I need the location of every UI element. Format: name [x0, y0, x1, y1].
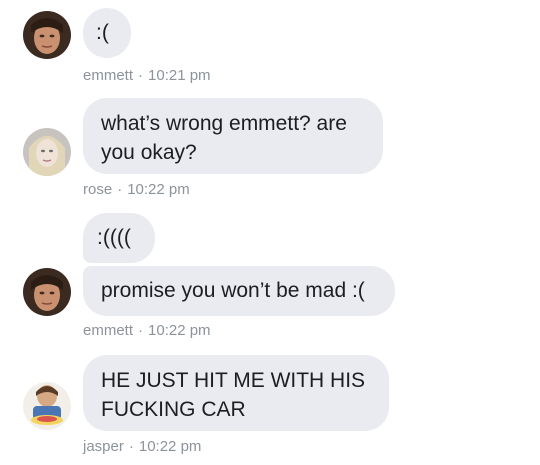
message-bubble[interactable]: what’s wrong emmett? are you okay?	[83, 98, 383, 174]
message-text-line: you okay?	[101, 141, 197, 164]
message-bubble[interactable]: :(	[83, 8, 131, 58]
avatar-jasper[interactable]	[23, 382, 71, 430]
message-time: 10:22 pm	[148, 322, 211, 339]
message-meta: emmett · 10:21 pm	[83, 67, 211, 84]
sender-name: jasper	[83, 438, 124, 455]
message-meta: emmett · 10:22 pm	[83, 322, 211, 339]
message-text-line: FUCKING CAR	[101, 398, 246, 421]
message-bubble[interactable]: promise you won’t be mad :(	[83, 266, 395, 316]
message-text-line: HE JUST HIT ME WITH HIS	[101, 369, 366, 392]
message-text-line: what’s wrong emmett? are	[101, 112, 347, 135]
message-text: promise you won’t be mad :(	[101, 279, 365, 302]
avatar-emmett[interactable]	[23, 11, 71, 59]
avatar-rose[interactable]	[23, 128, 71, 176]
meta-separator: ·	[138, 67, 144, 84]
avatar-emmett[interactable]	[23, 268, 71, 316]
message-meta: jasper · 10:22 pm	[83, 438, 201, 455]
message-time: 10:21 pm	[148, 67, 211, 84]
sender-name: emmett	[83, 322, 134, 339]
message-time: 10:22 pm	[127, 181, 190, 198]
message-text: :((((	[97, 226, 131, 249]
meta-separator: ·	[117, 181, 123, 198]
avatar-photo-icon	[23, 382, 71, 430]
sender-name: emmett	[83, 67, 134, 84]
message-bubble[interactable]: :((((	[83, 213, 155, 263]
avatar-photo-icon	[23, 128, 71, 176]
message-time: 10:22 pm	[138, 438, 202, 455]
avatar-photo-icon	[23, 11, 71, 59]
message-bubble[interactable]: HE JUST HIT ME WITH HIS FUCKING CAR	[83, 355, 389, 431]
meta-separator: ·	[138, 322, 144, 339]
message-text: :(	[96, 21, 109, 44]
avatar-photo-icon	[23, 268, 71, 316]
meta-separator: ·	[128, 438, 134, 455]
sender-name: rose	[83, 181, 113, 198]
message-meta: rose · 10:22 pm	[83, 181, 190, 198]
